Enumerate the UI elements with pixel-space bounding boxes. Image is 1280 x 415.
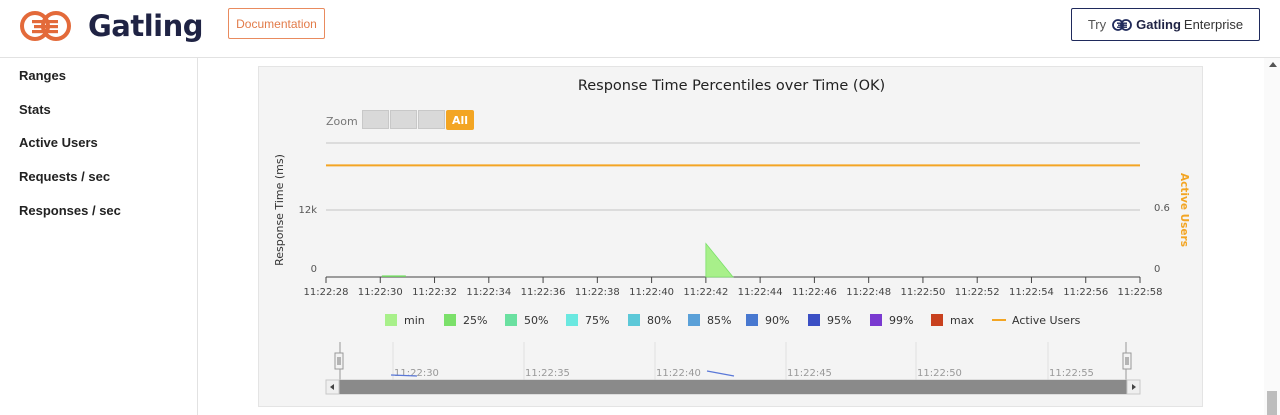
legend-swatch (628, 314, 640, 326)
legend-item-label: 75% (585, 314, 609, 327)
plot-area (326, 164, 1140, 278)
chart-legend: min 25% 50% 75% 80% 85% 90% 95% 99% max Active Use… (385, 314, 1081, 327)
legend-item-label: 25% (463, 314, 487, 327)
legend-item-label: 80% (647, 314, 671, 327)
enterprise-button[interactable]: Try Gatling Enterprise (1071, 8, 1260, 41)
x-tick-label: 11:22:40 (629, 287, 674, 298)
sidebar-item-ranges[interactable]: Ranges (19, 68, 66, 83)
y2-axis-title: Active Users (1178, 173, 1190, 247)
y-axis-title: Response Time (ms) (273, 154, 286, 266)
x-tick-label: 11:22:30 (358, 287, 403, 298)
x-tick-label: 11:22:36 (521, 287, 566, 298)
navigator-background (326, 342, 1140, 380)
x-tick-label: 11:22:48 (846, 287, 891, 298)
scroll-up-arrow-icon[interactable] (1269, 62, 1277, 67)
legend-item-label: min (404, 314, 425, 327)
gatling-logo[interactable]: Gatling (18, 8, 204, 44)
legend-swatch (444, 314, 456, 326)
chart-svg: 12k 0 0.6 0 Response Time (ms) Active Us… (273, 142, 1190, 395)
x-tick-label: 11:22:28 (304, 287, 349, 298)
logo-text: Gatling (88, 9, 204, 43)
x-tick-label: 11:22:58 (1118, 287, 1163, 298)
y-tick-label: 0 (311, 264, 317, 275)
x-tick-label: 11:22:42 (683, 287, 728, 298)
navigator-tick-label: 11:22:50 (917, 368, 962, 379)
sidebar-item-requests-sec[interactable]: Requests / sec (19, 169, 110, 184)
page-scrollbar[interactable] (1264, 58, 1280, 415)
documentation-button[interactable]: Documentation (228, 8, 325, 39)
legend-item-label: max (950, 314, 974, 327)
legend-swatch (385, 314, 397, 326)
y2-tick-label: 0.6 (1154, 203, 1170, 214)
legend-item-label: 50% (524, 314, 548, 327)
x-tick-label: 11:22:46 (792, 287, 837, 298)
enterprise-brand-text: Gatling (1136, 17, 1181, 32)
sidebar-item-active-users[interactable]: Active Users (19, 135, 98, 150)
enterprise-suffix-text: Enterprise (1183, 17, 1244, 32)
y2-tick-label: 0 (1154, 264, 1160, 275)
x-tick-label: 11:22:44 (738, 287, 783, 298)
legend-swatch (688, 314, 700, 326)
navigator-tick-label: 11:22:45 (787, 368, 832, 379)
legend-swatch (505, 314, 517, 326)
legend-swatch (931, 314, 943, 326)
x-tick-label: 11:22:38 (575, 287, 620, 298)
navigator-tick-label: 11:22:40 (656, 368, 701, 379)
legend-item-label: 99% (889, 314, 913, 327)
navigator-tick-label: 11:22:30 (394, 368, 439, 379)
sidebar-item-responses-sec[interactable]: Responses / sec (19, 203, 121, 218)
navigator: 11:22:30 11:22:35 11:22:40 11:22:45 11:22:50… (325, 342, 1141, 395)
navigator-right-handle[interactable] (1122, 352, 1132, 370)
gatling-small-logo-icon (1112, 18, 1133, 31)
navigator-tick-label: 11:22:35 (525, 368, 570, 379)
navigator-tick-label: 11:22:55 (1049, 368, 1094, 379)
legend-item-label: Active Users (1012, 314, 1081, 327)
legend-swatch (808, 314, 820, 326)
x-tick-label: 11:22:50 (900, 287, 945, 298)
legend-item-label: 95% (827, 314, 851, 327)
legend-item-label: 85% (707, 314, 731, 327)
enterprise-try-text: Try (1087, 17, 1107, 32)
x-tick-label: 11:22:54 (1009, 287, 1054, 298)
x-axis-ticks: 11:22:28 11:22:30 11:22:32 11:22:34 11:22:36… (304, 277, 1163, 298)
navigator-left-handle[interactable] (334, 352, 344, 370)
navigator-scrollbar-thumb[interactable] (339, 380, 1127, 394)
x-tick-label: 11:22:56 (1063, 287, 1108, 298)
response-time-chart-panel: Response Time Percentiles over Time (OK)… (258, 66, 1203, 407)
legend-swatch (870, 314, 882, 326)
sidebar: Ranges Stats Active Users Requests / sec… (0, 58, 198, 415)
scroll-thumb[interactable] (1267, 391, 1277, 415)
legend-swatch (746, 314, 758, 326)
legend-item-label: 90% (765, 314, 789, 327)
x-tick-label: 11:22:34 (466, 287, 511, 298)
gatling-logo-icon (20, 11, 71, 41)
sidebar-item-stats[interactable]: Stats (19, 102, 51, 117)
y-tick-label: 12k (298, 205, 317, 216)
x-tick-label: 11:22:52 (955, 287, 1000, 298)
x-tick-label: 11:22:32 (412, 287, 457, 298)
header: Gatling Documentation Try Gatling Enterp… (0, 0, 1280, 58)
percentile-area (705, 242, 734, 278)
legend-swatch (566, 314, 578, 326)
